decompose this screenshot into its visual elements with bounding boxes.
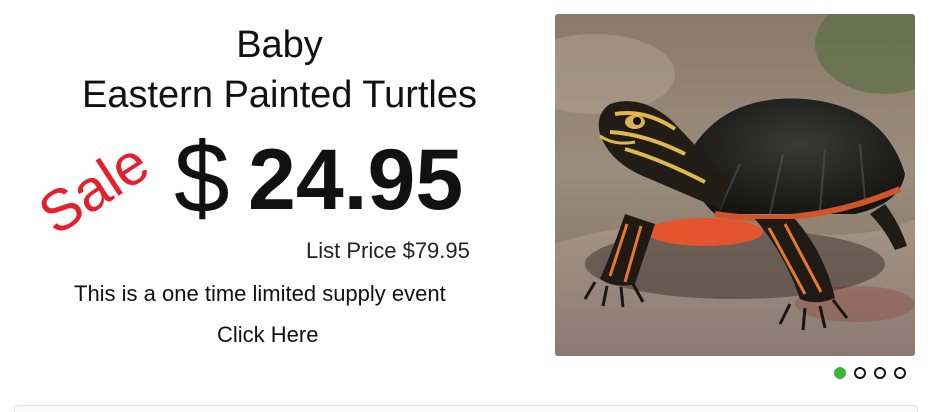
- promo-panel: Baby Eastern Painted Turtles Sale $ 24.9…: [0, 0, 555, 400]
- carousel-dot-2[interactable]: [854, 367, 866, 379]
- carousel-slide: Baby Eastern Painted Turtles Sale $ 24.9…: [0, 0, 931, 412]
- list-price: List Price $79.95: [306, 238, 470, 263]
- sale-price: 24.95: [248, 132, 464, 228]
- click-here-link[interactable]: Click Here: [217, 322, 318, 348]
- carousel-dot-4[interactable]: [894, 367, 906, 379]
- currency-symbol: $: [174, 122, 230, 234]
- title-line-2: Eastern Painted Turtles: [82, 74, 477, 116]
- sale-label: Sale: [27, 129, 161, 248]
- limited-supply-note: This is a one time limited supply event: [74, 281, 446, 306]
- carousel-dot-1[interactable]: [834, 367, 846, 379]
- carousel-pagination: [834, 367, 906, 381]
- turtle-photo[interactable]: [555, 14, 915, 356]
- carousel-dot-3[interactable]: [874, 367, 886, 379]
- title-line-1: Baby: [236, 24, 323, 66]
